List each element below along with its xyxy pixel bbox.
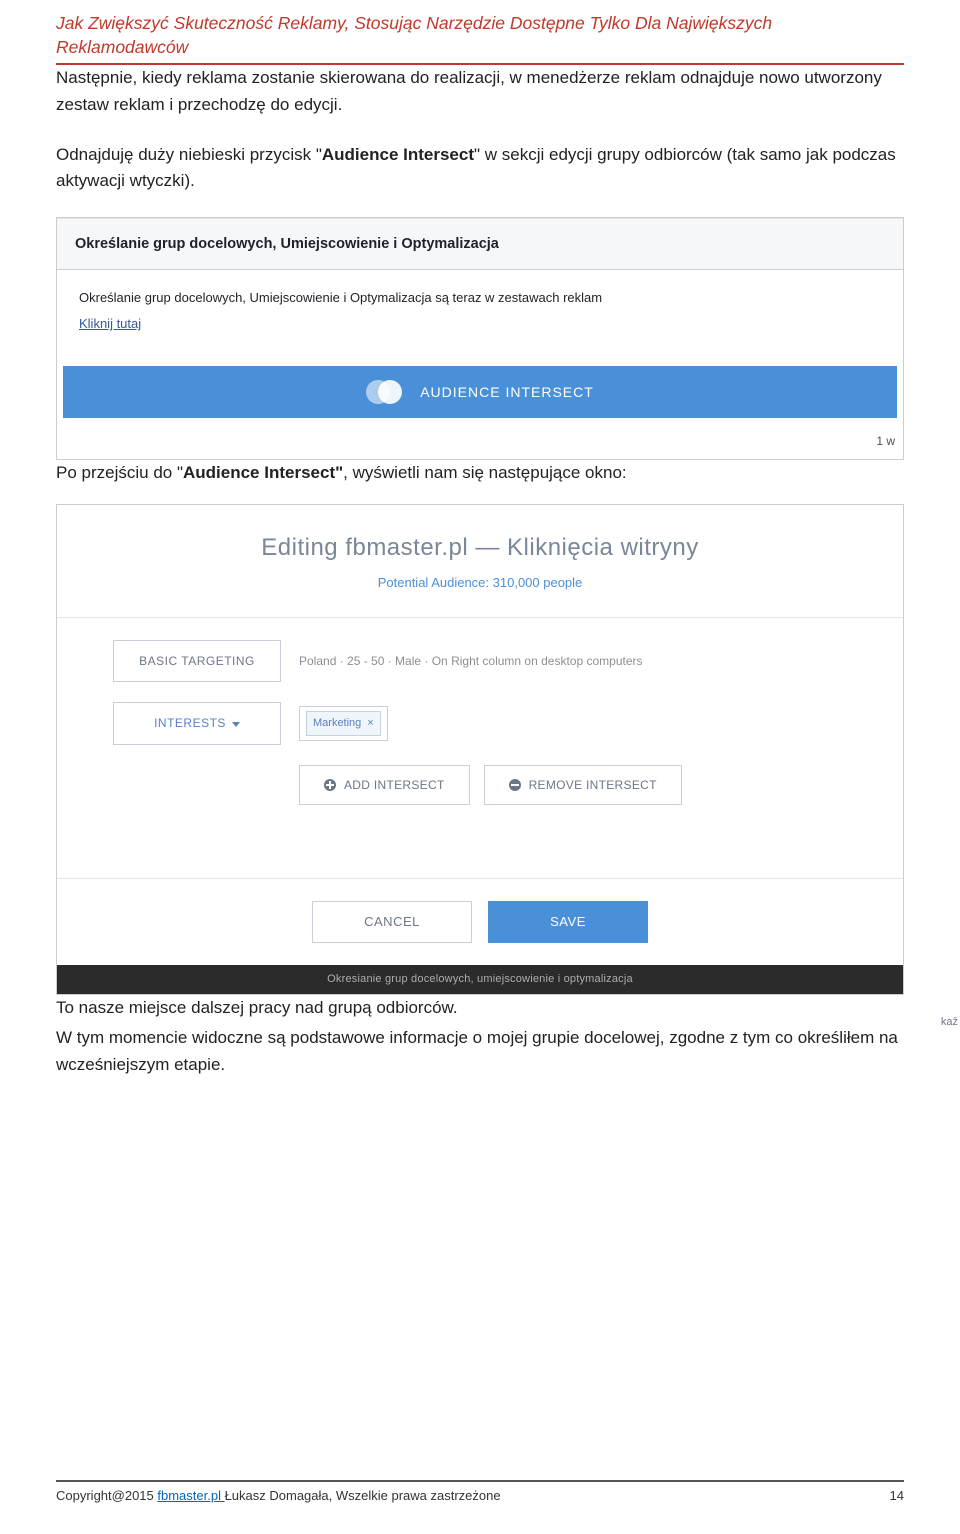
edit-modal-title: Editing fbmaster.pl — Kliknięcia witryny (69, 529, 891, 566)
close-icon[interactable]: × (367, 715, 373, 732)
cropped-bg-text: kaž (941, 1014, 958, 1031)
screenshot-fb-panel: Określanie grup docelowych, Umiejscowien… (56, 217, 904, 460)
chip-label: Marketing (313, 715, 361, 732)
row-interests: INTERESTS Marketing × (113, 702, 847, 745)
copyright: Copyright@2015 fbmaster.pl Łukasz Domaga… (56, 1486, 501, 1506)
audience-intersect-label: AUDIENCE INTERSECT (420, 382, 594, 404)
add-intersect-label: ADD INTERSECT (344, 776, 445, 795)
chevron-down-icon (232, 722, 240, 727)
minus-icon (509, 779, 521, 791)
cancel-button[interactable]: CANCEL (312, 901, 472, 943)
cropped-text: 1 w (57, 428, 903, 459)
paragraph-4: To nasze miejsce dalszej pracy nad grupą… (56, 995, 904, 1021)
document-footer: Copyright@2015 fbmaster.pl Łukasz Domaga… (56, 1480, 904, 1506)
fb-panel-desc: Określanie grup docelowych, Umiejscowien… (79, 288, 881, 308)
text: Po przejściu do " (56, 463, 183, 482)
edit-modal-subtitle: Potential Audience: 310,000 people (69, 573, 891, 593)
bold-term: Audience Intersect" (183, 463, 343, 482)
bold-term: Audience Intersect (322, 145, 474, 164)
fb-panel-heading: Określanie grup docelowych, Umiejscowien… (57, 218, 903, 270)
page-number: 14 (890, 1486, 904, 1506)
add-intersect-button[interactable]: ADD INTERSECT (299, 765, 470, 806)
audience-intersect-button[interactable]: AUDIENCE INTERSECT (63, 366, 897, 418)
row-basic-targeting: BASIC TARGETING Poland · 25 - 50 · Male … (113, 640, 847, 683)
obscured-footer-bar: Okresianie grup docelowych, umiejscowien… (57, 965, 903, 994)
paragraph-5: W tym momencie widoczne są podstawowe in… (56, 1025, 904, 1078)
remove-intersect-label: REMOVE INTERSECT (529, 776, 657, 795)
footer-link[interactable]: fbmaster.pl (157, 1488, 224, 1503)
paragraph-3: Po przejściu do "Audience Intersect", wy… (56, 460, 904, 486)
text: Odnajduję duży niebieski przycisk " (56, 145, 322, 164)
targeting-summary: Poland · 25 - 50 · Male · On Right colum… (299, 652, 643, 671)
interest-tag-input[interactable]: Marketing × (299, 706, 388, 741)
paragraph-2: Odnajduję duży niebieski przycisk "Audie… (56, 142, 904, 195)
intersect-icon (366, 379, 406, 405)
text: Łukasz Domagała, Wszelkie prawa zastrzeż… (225, 1488, 501, 1503)
intersect-actions: ADD INTERSECT REMOVE INTERSECT (299, 765, 847, 806)
text: Copyright@2015 (56, 1488, 157, 1503)
interest-chip: Marketing × (306, 711, 381, 736)
text: , wyświetli nam się następujące okno: (343, 463, 626, 482)
basic-targeting-button[interactable]: BASIC TARGETING (113, 640, 281, 683)
interests-label: INTERESTS (154, 716, 226, 730)
edit-modal-footer: CANCEL SAVE (57, 878, 903, 965)
save-button[interactable]: SAVE (488, 901, 648, 943)
screenshot-edit-modal: Editing fbmaster.pl — Kliknięcia witryny… (56, 504, 904, 995)
document-title: Jak Zwiększyć Skuteczność Reklamy, Stosu… (56, 12, 904, 59)
edit-modal-header: Editing fbmaster.pl — Kliknięcia witryny… (57, 505, 903, 617)
plus-icon (324, 779, 336, 791)
remove-intersect-button[interactable]: REMOVE INTERSECT (484, 765, 682, 806)
edit-modal-body: BASIC TARGETING Poland · 25 - 50 · Male … (57, 618, 903, 878)
fb-panel-body: Określanie grup docelowych, Umiejscowien… (57, 270, 903, 360)
document-header: Jak Zwiększyć Skuteczność Reklamy, Stosu… (56, 0, 904, 65)
interests-dropdown[interactable]: INTERESTS (113, 702, 281, 745)
fb-panel-link[interactable]: Kliknij tutaj (79, 314, 141, 334)
paragraph-1: Następnie, kiedy reklama zostanie skiero… (56, 65, 904, 118)
